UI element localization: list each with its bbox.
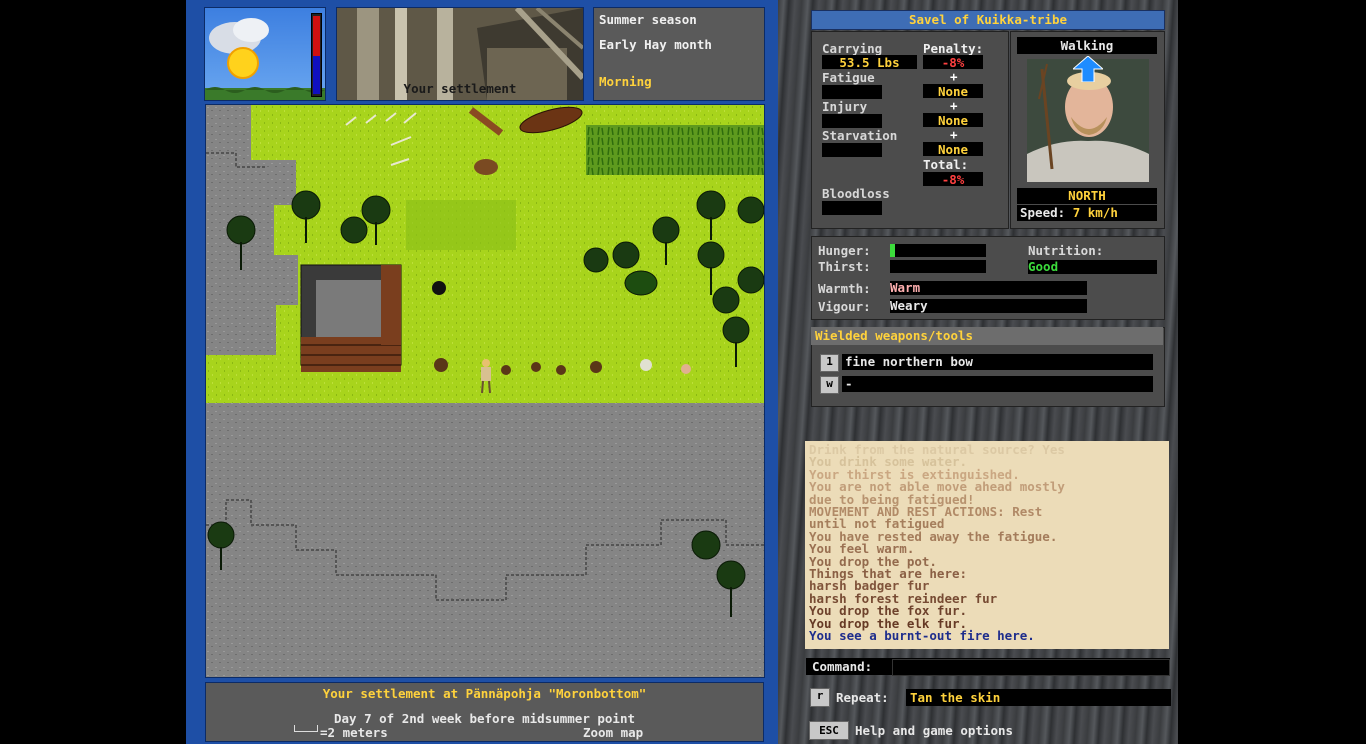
penalty-carrying: -8%	[923, 55, 983, 70]
penalty-total: -8%	[923, 172, 983, 187]
hunger-bar-fill	[890, 244, 895, 257]
warmth-label: Warmth:	[818, 281, 871, 296]
warmth-value: Warm	[890, 281, 1087, 295]
hunger-label: Hunger:	[818, 243, 871, 258]
carrying-value: 53.5 Lbs	[822, 55, 917, 70]
season-text: Summer season	[599, 12, 697, 27]
plus-sign-1: +	[950, 69, 958, 84]
slot1-key[interactable]: 1	[820, 354, 839, 372]
scale-text: =2 meters	[320, 725, 388, 740]
direction-arrow-icon	[1073, 56, 1103, 82]
hunger-bar	[890, 244, 986, 257]
time-of-day-text: Morning	[599, 74, 652, 89]
repeat-command[interactable]: Tan the skin	[906, 689, 1171, 706]
slot2-key[interactable]: w	[820, 376, 839, 394]
speed-label: Speed:	[1020, 205, 1066, 220]
bloodloss-label: Bloodloss	[822, 186, 890, 201]
log-line: You see a burnt-out fire here.	[809, 628, 1035, 644]
settlement-image: Your settlement	[336, 7, 584, 101]
repeat-label: Repeat:	[836, 690, 889, 705]
location-text: Your settlement at Pännäpohja "Moronbott…	[322, 686, 647, 701]
zoom-map-button[interactable]: Zoom map	[583, 725, 643, 740]
fatigue-bar	[822, 85, 882, 99]
time-panel: Summer season Early Hay month Morning	[593, 7, 765, 101]
plus-sign-2: +	[950, 98, 958, 113]
command-row: Command:	[806, 658, 1170, 676]
speed-row: Speed: 7 km/h	[1017, 205, 1157, 221]
penalty-injury: None	[923, 113, 983, 128]
penalty-label: Penalty:	[923, 41, 984, 56]
penalty-starvation: None	[923, 142, 983, 157]
vigour-value: Weary	[890, 299, 1087, 313]
help-options-link[interactable]: Help and game options	[855, 723, 1013, 738]
repeat-key[interactable]: r	[810, 688, 830, 707]
command-input[interactable]	[892, 659, 1170, 676]
starvation-bar	[822, 143, 882, 157]
date-text: Day 7 of 2nd week before midsummer point	[333, 711, 636, 726]
fatigue-label: Fatigue	[822, 70, 875, 85]
nutrition-value: Good	[1028, 260, 1157, 274]
character-title: Savel of Kuikka-tribe	[811, 10, 1165, 30]
game-map[interactable]	[205, 104, 765, 678]
message-log: Drink from the natural source? Yes You dr…	[805, 441, 1169, 649]
slot1-weapon[interactable]: fine northern bow	[842, 354, 1153, 370]
vigour-label: Vigour:	[818, 299, 871, 314]
thirst-label: Thirst:	[818, 259, 871, 274]
nutrition-label: Nutrition:	[1028, 243, 1104, 258]
sun-icon	[227, 47, 259, 79]
penalty-fatigue: None	[923, 84, 983, 99]
movement-mode[interactable]: Walking	[1017, 37, 1157, 54]
injury-label: Injury	[822, 99, 868, 114]
starvation-label: Starvation	[822, 128, 898, 143]
settlement-building	[300, 264, 402, 372]
injury-bar	[822, 114, 882, 128]
scale-bar	[294, 725, 318, 732]
speed-value: 7 km/h	[1072, 205, 1118, 220]
direction-text: NORTH	[1017, 188, 1157, 204]
thirst-bar	[890, 260, 986, 273]
month-text: Early Hay month	[599, 37, 712, 52]
plus-sign-3: +	[950, 127, 958, 142]
esc-key[interactable]: ESC	[809, 721, 849, 740]
carrying-label: Carrying	[822, 41, 883, 56]
command-label: Command:	[812, 659, 873, 674]
slot2-weapon[interactable]: -	[842, 376, 1153, 392]
temperature-gauge	[311, 13, 322, 97]
map-footer: Your settlement at Pännäpohja "Moronbott…	[205, 682, 764, 742]
total-label: Total:	[923, 157, 969, 172]
weather-view	[204, 7, 326, 101]
settlement-caption: Your settlement	[403, 81, 517, 96]
bloodloss-bar	[822, 201, 882, 215]
weapons-title: Wielded weapons/tools	[811, 327, 1163, 345]
